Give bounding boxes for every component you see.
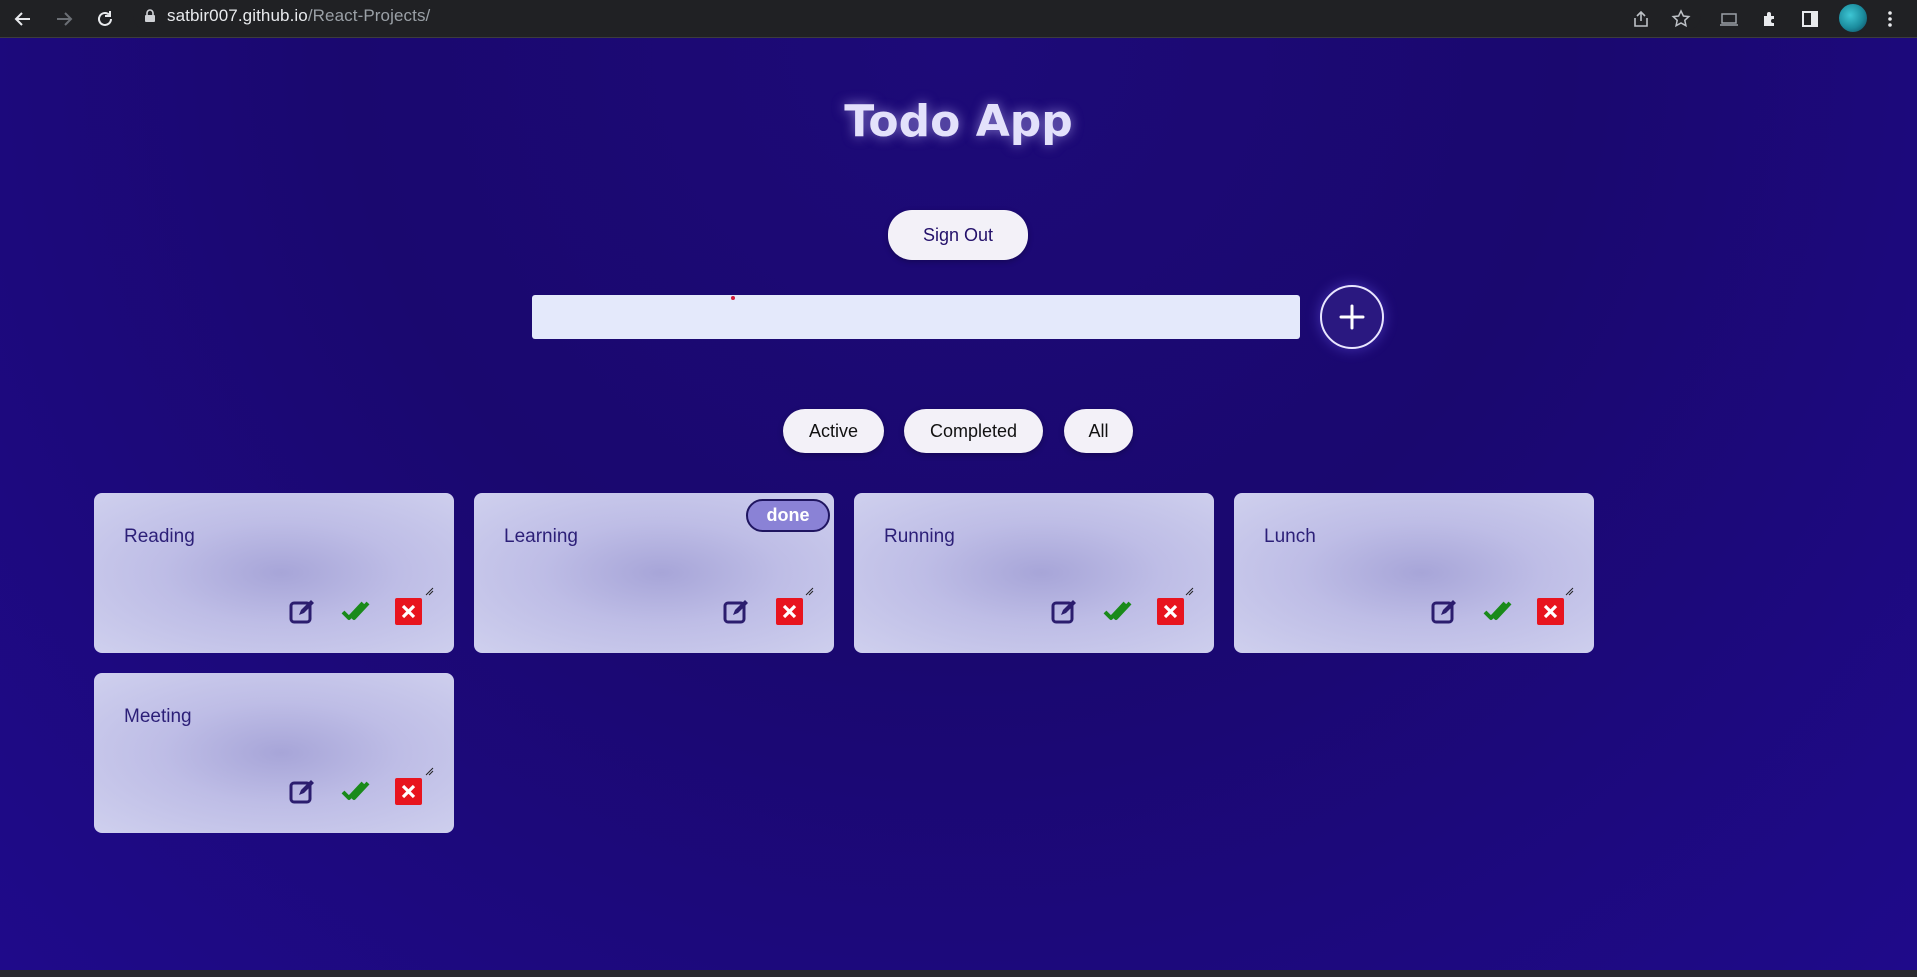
- resize-handle-icon[interactable]: [1184, 586, 1194, 596]
- resize-handle-icon[interactable]: [424, 766, 434, 776]
- todo-title: Meeting: [124, 706, 192, 727]
- filter-completed-button[interactable]: Completed: [904, 409, 1043, 453]
- filter-active-button[interactable]: Active: [783, 409, 884, 453]
- card-actions: [1050, 596, 1185, 626]
- edit-icon[interactable]: [288, 777, 317, 806]
- todo-title: Learning: [504, 526, 578, 547]
- edit-icon[interactable]: [722, 597, 751, 626]
- check-icon[interactable]: [1483, 597, 1512, 626]
- delete-icon[interactable]: [1156, 597, 1185, 626]
- url-host: satbir007.github.io: [167, 5, 308, 25]
- share-icon[interactable]: [1626, 4, 1656, 34]
- delete-icon[interactable]: [775, 597, 804, 626]
- bookmark-star-icon[interactable]: [1666, 4, 1696, 34]
- bottom-bar: [0, 970, 1917, 977]
- browser-toolbar: satbir007.github.io/React-Projects/: [0, 0, 1917, 38]
- todo-title: Lunch: [1264, 526, 1316, 547]
- cursor-marker: [731, 296, 735, 300]
- check-icon[interactable]: [341, 597, 370, 626]
- todo-title: Running: [884, 526, 955, 547]
- delete-icon[interactable]: [394, 597, 423, 626]
- todo-input[interactable]: [532, 295, 1300, 339]
- reload-icon[interactable]: [90, 4, 120, 34]
- card-actions: [288, 776, 423, 806]
- edit-icon[interactable]: [1050, 597, 1079, 626]
- card-actions: [288, 596, 423, 626]
- todo-title: Reading: [124, 526, 195, 547]
- back-icon[interactable]: [8, 4, 38, 34]
- menu-kebab-icon[interactable]: [1875, 4, 1905, 34]
- resize-handle-icon[interactable]: [424, 586, 434, 596]
- todo-card: Running: [854, 493, 1214, 653]
- delete-icon[interactable]: [1536, 597, 1565, 626]
- profile-avatar[interactable]: [1837, 2, 1869, 34]
- filter-all-button[interactable]: All: [1064, 409, 1133, 453]
- url-text: satbir007.github.io/React-Projects/: [167, 6, 430, 26]
- url-path: /React-Projects/: [307, 5, 431, 25]
- forward-icon[interactable]: [49, 4, 79, 34]
- extensions-icon[interactable]: [1755, 4, 1785, 34]
- cast-icon[interactable]: [1714, 4, 1744, 34]
- sign-out-button[interactable]: Sign Out: [888, 210, 1028, 260]
- side-panel-icon[interactable]: [1795, 4, 1825, 34]
- edit-icon[interactable]: [1430, 597, 1459, 626]
- lock-icon: [145, 8, 155, 22]
- resize-handle-icon[interactable]: [1564, 586, 1574, 596]
- done-badge: done: [746, 499, 830, 532]
- add-todo-button[interactable]: [1320, 285, 1384, 349]
- check-icon[interactable]: [341, 777, 370, 806]
- resize-handle-icon[interactable]: [804, 586, 814, 596]
- card-actions: [1430, 596, 1565, 626]
- address-bar[interactable]: satbir007.github.io/React-Projects/: [133, 0, 1701, 31]
- delete-icon[interactable]: [394, 777, 423, 806]
- todo-card: Reading: [94, 493, 454, 653]
- edit-icon[interactable]: [288, 597, 317, 626]
- plus-icon: [1339, 304, 1365, 330]
- todo-card: Lunch: [1234, 493, 1594, 653]
- todo-card: Meeting: [94, 673, 454, 833]
- page-title: Todo App: [844, 96, 1073, 147]
- card-actions: [722, 596, 804, 626]
- check-icon[interactable]: [1103, 597, 1132, 626]
- todo-card: Learning done: [474, 493, 834, 653]
